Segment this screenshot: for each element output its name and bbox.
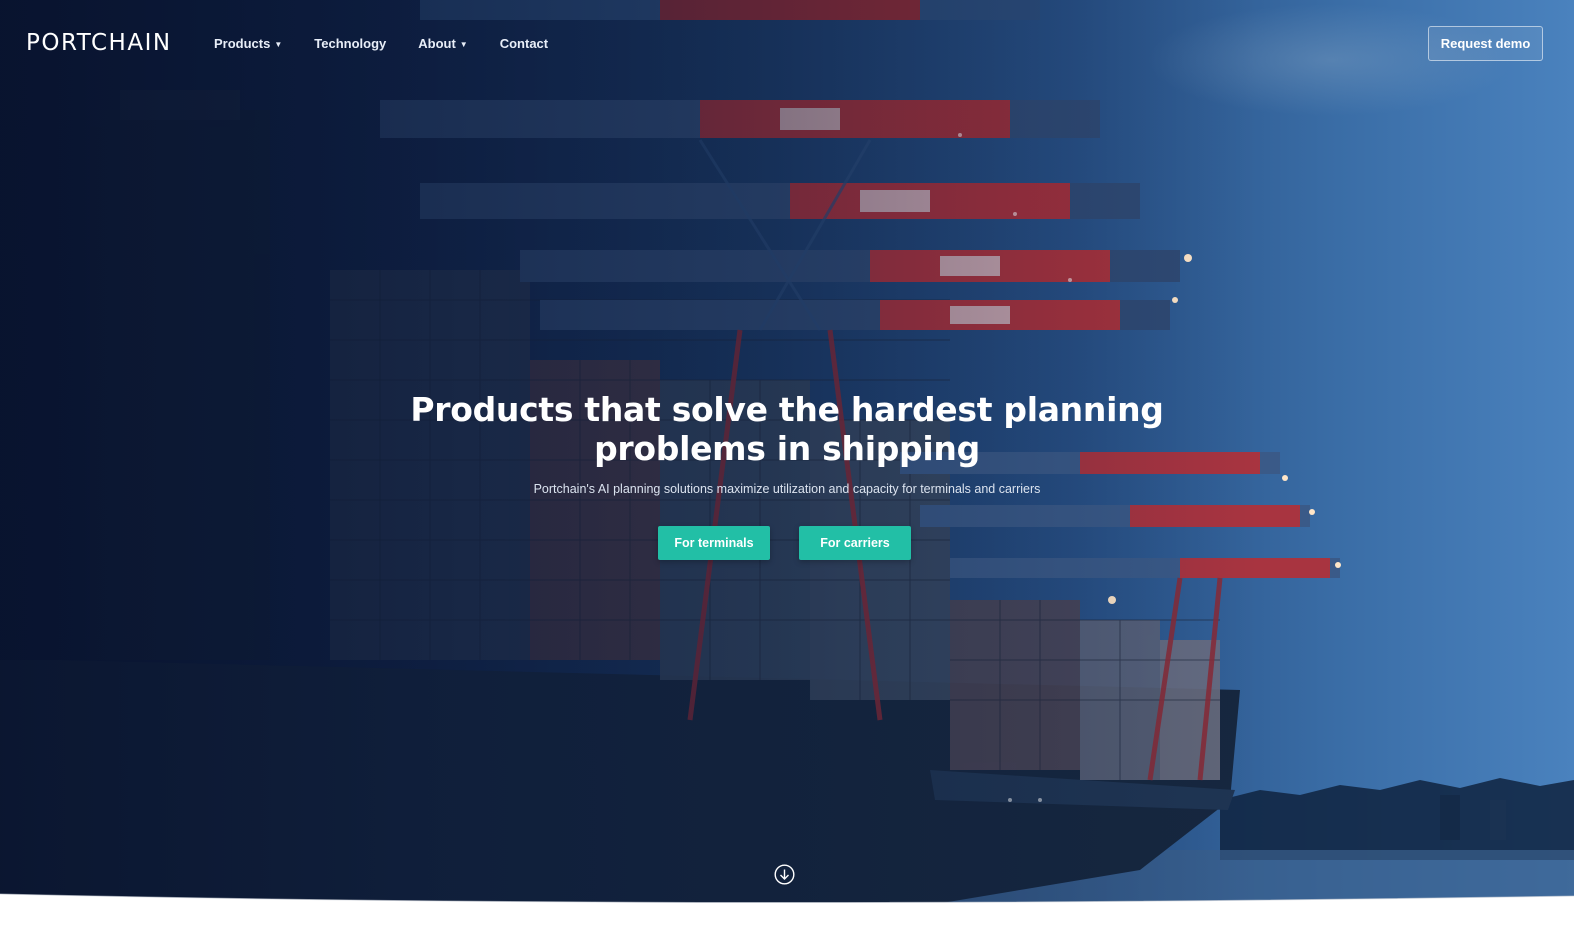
hero-section: PORTCHAIN Products ▼ Technology About ▼ … [0, 0, 1574, 912]
nav-item-contact[interactable]: Contact [500, 36, 548, 51]
nav-item-label: Technology [314, 36, 387, 51]
nav-item-technology[interactable]: Technology [314, 36, 386, 51]
headline-line-1: Products that solve the hardest planning [410, 390, 1164, 429]
main-menu: Products ▼ Technology About ▼ Contact [214, 36, 580, 51]
hero-subheadline: Portchain's AI planning solutions maximi… [533, 482, 1041, 496]
top-navigation: PORTCHAIN Products ▼ Technology About ▼ … [0, 0, 1574, 88]
nav-item-about[interactable]: About ▼ [418, 36, 467, 51]
chevron-down-icon: ▼ [274, 40, 283, 49]
for-terminals-button[interactable]: For terminals [658, 526, 770, 560]
for-carriers-button[interactable]: For carriers [799, 526, 911, 560]
hero-headline: Products that solve the hardest planning… [387, 390, 1187, 468]
nav-item-label: Products [214, 36, 271, 51]
chevron-down-icon: ▼ [459, 40, 468, 49]
headline-line-2: problems in shipping [594, 429, 980, 468]
nav-item-products[interactable]: Products ▼ [214, 36, 282, 51]
hero-bottom-edge [0, 893, 1574, 941]
nav-item-label: Contact [499, 36, 549, 51]
nav-item-label: About [418, 36, 456, 51]
request-demo-button[interactable]: Request demo [1428, 26, 1543, 61]
portchain-logo[interactable]: PORTCHAIN [26, 30, 172, 56]
